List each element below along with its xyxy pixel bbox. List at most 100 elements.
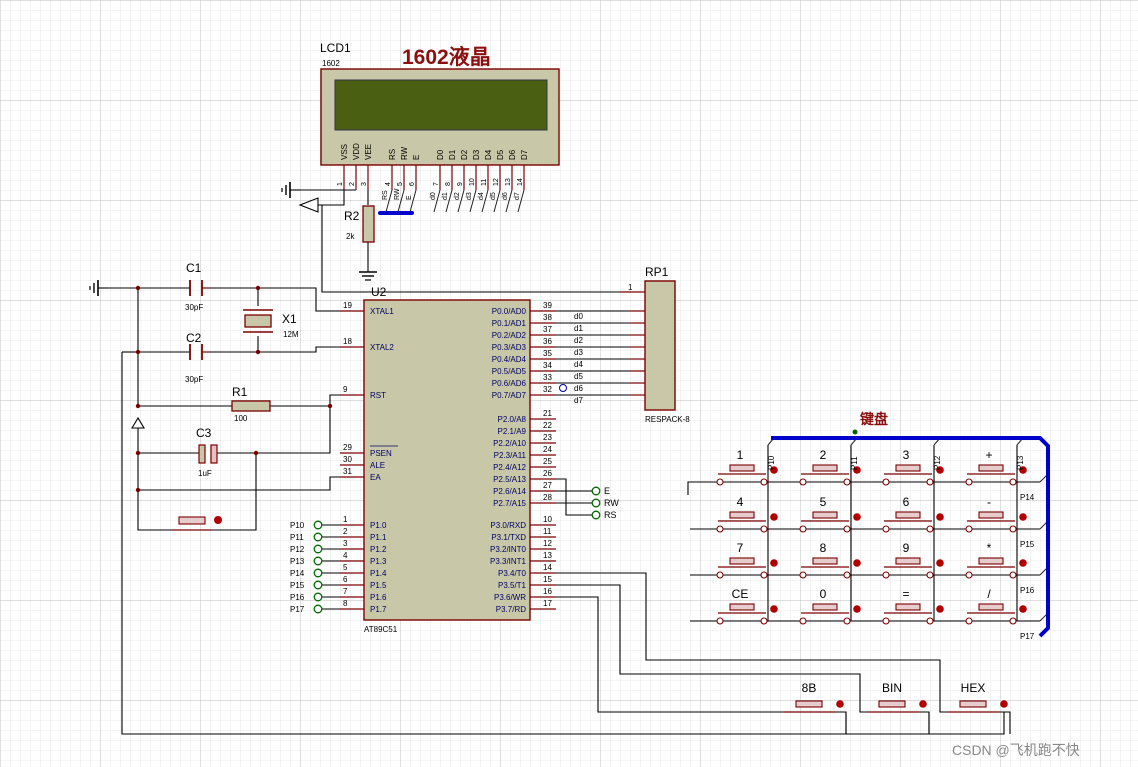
lcd-ref-label: LCD1 bbox=[320, 41, 351, 55]
u2-model: AT89C51 bbox=[364, 625, 398, 634]
key-button-dot bbox=[853, 513, 861, 521]
lcd-net-label: d3 bbox=[466, 192, 473, 200]
key-label: - bbox=[987, 495, 991, 509]
lcd-net-label: d5 bbox=[490, 192, 497, 200]
u2-pin-name: P0.1/AD1 bbox=[492, 319, 527, 328]
p0-net-label: d6 bbox=[574, 384, 583, 393]
watermark-text: CSDN @飞机跑不快 bbox=[952, 742, 1080, 758]
u2-pin-name: RST bbox=[370, 391, 386, 400]
key-button-cap bbox=[978, 464, 1004, 472]
u2-pin-name: P2.0/A8 bbox=[498, 415, 527, 424]
lcd-net-label: d0 bbox=[430, 192, 437, 200]
u2-pin-name: P3.0/RXD bbox=[490, 521, 526, 530]
p1-terminal-label: P11 bbox=[290, 533, 304, 542]
c3-plate bbox=[198, 444, 206, 464]
c3-value: 1uF bbox=[198, 469, 212, 478]
key-label: + bbox=[985, 448, 992, 462]
u2-pin-number: 5 bbox=[343, 563, 348, 572]
key-button-terminal bbox=[716, 571, 724, 579]
key-button-cap bbox=[729, 511, 755, 519]
u2-pin-name: P0.2/AD2 bbox=[492, 331, 527, 340]
u2-pin-name: P2.6/A14 bbox=[493, 487, 526, 496]
keypad-column-label: P13 bbox=[1016, 455, 1025, 470]
key-button-terminal bbox=[965, 478, 973, 486]
key-button-terminal bbox=[799, 571, 807, 579]
lcd-pin-number: 4 bbox=[385, 182, 392, 186]
p1-terminal-label: P12 bbox=[290, 545, 305, 554]
key-button-cap bbox=[812, 557, 838, 565]
terminal-icon bbox=[313, 520, 323, 530]
key-button-dot bbox=[1019, 513, 1027, 521]
junction-dot bbox=[135, 450, 141, 456]
lcd-net-label: d7 bbox=[514, 192, 521, 200]
key-label: 1 bbox=[737, 448, 744, 462]
key-button-dot bbox=[770, 559, 778, 567]
lcd-pin-number: 1 bbox=[337, 182, 344, 186]
p0-net-label: d3 bbox=[574, 348, 583, 357]
u2-pin-number: 26 bbox=[543, 469, 552, 478]
key-button-terminal bbox=[760, 478, 768, 486]
u2-pin-name: P2.7/A15 bbox=[493, 499, 526, 508]
key-button-cap bbox=[729, 603, 755, 611]
u2-pin-number: 4 bbox=[343, 551, 348, 560]
lcd-pin-number: 12 bbox=[493, 178, 500, 186]
key-button-terminal bbox=[882, 617, 890, 625]
u2-pin-number: 18 bbox=[343, 337, 352, 346]
u2-pin-name: P1.7 bbox=[370, 605, 387, 614]
lcd-pin-name: D6 bbox=[508, 149, 517, 160]
r2-ref: R2 bbox=[344, 209, 360, 223]
key-button-terminal bbox=[882, 571, 890, 579]
u2-pin-number: 27 bbox=[543, 481, 552, 490]
lcd-pin-number: 2 bbox=[349, 182, 356, 186]
key-button-terminal bbox=[843, 478, 851, 486]
keypad-row-label: P14 bbox=[1020, 493, 1035, 502]
key-label: CE bbox=[732, 587, 749, 601]
lcd-pin-number: 6 bbox=[409, 182, 416, 186]
terminal-icon bbox=[591, 486, 601, 496]
lcd-screen bbox=[334, 79, 548, 131]
u2-pin-name: P2.5/A13 bbox=[493, 475, 526, 484]
u2-pin-number: 6 bbox=[343, 575, 348, 584]
lcd-pin-name: E bbox=[412, 155, 421, 160]
lcd-pin-number: 5 bbox=[397, 182, 404, 186]
junction-dot bbox=[255, 349, 261, 355]
terminal-icon bbox=[591, 510, 601, 520]
key-button-terminal bbox=[843, 617, 851, 625]
keypad-row-label: P16 bbox=[1020, 586, 1035, 595]
p1-terminal-label: P15 bbox=[290, 581, 305, 590]
p1-terminal-label: P16 bbox=[290, 593, 305, 602]
key-button-dot bbox=[853, 559, 861, 567]
key-label: 7 bbox=[737, 541, 744, 555]
u2-pin-name: P1.3 bbox=[370, 557, 387, 566]
mode-button-label: HEX bbox=[961, 681, 986, 695]
p2-net-label: RS bbox=[604, 510, 617, 520]
u2-pin-number: 35 bbox=[543, 349, 552, 358]
key-button-cap bbox=[729, 557, 755, 565]
c2-value: 30pF bbox=[185, 375, 203, 384]
r1-body bbox=[231, 400, 271, 412]
p0-net-label: d4 bbox=[574, 360, 583, 369]
u2-pin-number: 32 bbox=[543, 385, 552, 394]
mode-button-dot bbox=[1000, 700, 1008, 708]
lcd-pin-number: 8 bbox=[445, 182, 452, 186]
lcd-pin-number: 13 bbox=[505, 178, 512, 186]
keypad-marker bbox=[852, 429, 858, 435]
lcd-pin-name: D7 bbox=[520, 149, 529, 160]
u2-pin-number: 21 bbox=[543, 409, 552, 418]
key-button-terminal bbox=[965, 525, 973, 533]
u2-pin-name: P0.6/AD6 bbox=[492, 379, 527, 388]
key-button-dot bbox=[936, 559, 944, 567]
key-button-terminal bbox=[843, 525, 851, 533]
key-button-cap bbox=[812, 511, 838, 519]
x1-crystal bbox=[244, 314, 272, 328]
lcd-net-label: RW bbox=[394, 188, 401, 200]
key-button-dot bbox=[770, 513, 778, 521]
key-label: 8 bbox=[820, 541, 827, 555]
lcd-pin-name: D4 bbox=[484, 149, 493, 160]
key-button-terminal bbox=[760, 525, 768, 533]
p0-net-label: d2 bbox=[574, 336, 583, 345]
u2-pin-name: P2.4/A12 bbox=[493, 463, 526, 472]
key-button-cap bbox=[978, 511, 1004, 519]
lcd-model-label: 1602 bbox=[322, 59, 340, 68]
r2-body bbox=[362, 205, 375, 243]
